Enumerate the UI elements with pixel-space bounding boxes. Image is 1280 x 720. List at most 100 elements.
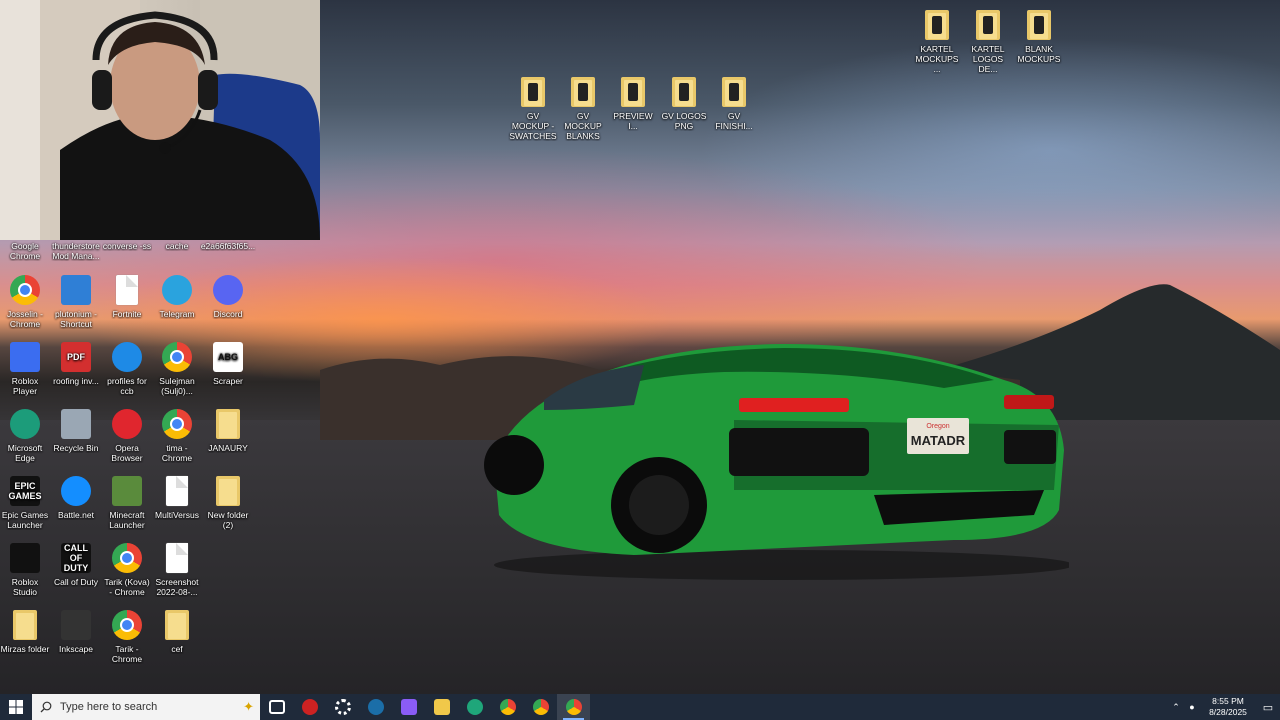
windows-icon [9,700,23,714]
desktop-icon-tima-chrome[interactable]: tima - Chrome [152,407,202,463]
wallpaper-green-car: Oregon MATADR [484,344,1069,580]
folder-icon [1027,10,1051,40]
desktop-icon-opera-browser[interactable]: Opera Browser [102,407,152,463]
desktop-icon-roblox-studio[interactable]: Roblox Studio [0,541,50,597]
desktop-icon-label: Recycle Bin [53,443,99,453]
desktop-icon-gv-logos-png[interactable]: GV LOGOS PNG [659,75,709,131]
desktop-icon-profiles-for-ccb[interactable]: profiles for ccb [102,340,152,396]
clock-date: 8/28/2025 [1209,707,1247,717]
desktop-icon-telegram[interactable]: Telegram [152,273,202,319]
desktop-icon-label: Screenshot 2022-08-... [155,577,199,597]
desktop[interactable]: Oregon MATADR KARTEL MOCKUPS ... KARTEL … [0,0,1280,694]
desktop-icon-call-of-duty[interactable]: CALL OF DUTY Call of Duty [51,541,101,587]
desktop-icon-josselin-chrome[interactable]: Josselin - Chrome [0,273,50,329]
desktop-icon-gv-mockup-swatches[interactable]: GV MOCKUP - SWATCHES [508,75,558,141]
desktop-icon-label: Microsoft Edge [7,443,43,463]
chrome-icon [162,342,192,372]
taskbar-app-copilot[interactable] [392,694,425,720]
desktop-icon-multiversus[interactable]: MultiVersus [152,474,202,520]
desktop-icon-sulejman-sulj0[interactable]: Sulejman (Sulj0)... [152,340,202,396]
desktop-icon-label: Sulejman (Sulj0)... [159,376,195,396]
taskbar-app-settings[interactable] [326,694,359,720]
desktop-icon-inkscape[interactable]: Inkscape [51,608,101,654]
desktop-icon-label: Battle.net [58,510,94,520]
desktop-icon-new-folder-2[interactable]: New folder (2) [203,474,253,530]
taskbar-app-file-explorer[interactable] [425,694,458,720]
desktop-icon-epic-games-launcher[interactable]: EPIC GAMES Epic Games Launcher [0,474,50,530]
desktop-icon-gv-mockup-blanks[interactable]: GV MOCKUP BLANKS [558,75,608,141]
desktop-icon-thunderstore[interactable]: thunderstore Mod Mana... [51,241,101,261]
desktop-icon-recycle-bin[interactable]: Recycle Bin [51,407,101,453]
desktop-icon-label: Epic Games Launcher [1,510,49,530]
desktop-icon-kartel-mockups[interactable]: KARTEL MOCKUPS ... [912,8,962,74]
webcam-person [0,0,320,240]
notification-icon[interactable]: ▭ [1256,701,1280,714]
desktop-icon-microsoft-edge[interactable]: Microsoft Edge [0,407,50,463]
desktop-icon-label: Mirzas folder [0,644,50,654]
desktop-icon-preview[interactable]: PREVIEW I... [608,75,658,131]
opera-icon [112,409,142,439]
desktop-icon-cef[interactable]: cef [152,608,202,654]
desktop-icon-label: plutonium - Shortcut [54,309,98,329]
desktop-icon-kartel-logos[interactable]: KARTEL LOGOS DE... [963,8,1013,74]
clock[interactable]: 8:55 PM 8/28/2025 [1200,696,1256,718]
folder-icon [571,77,595,107]
desktop-icon-discord[interactable]: Discord [203,273,253,319]
task-view-icon [268,700,285,714]
desktop-icon-label: GV MOCKUP - SWATCHES [509,111,557,141]
desktop-icon-minecraft-launcher[interactable]: Minecraft Launcher [102,474,152,530]
document-icon [166,476,188,506]
desktop-icon-converse[interactable]: converse -ss [102,241,152,251]
folder-icon [521,77,545,107]
folder-icon [216,409,240,439]
desktop-icon-label: Google Chrome [9,241,41,261]
desktop-icon-label: Opera Browser [111,443,143,463]
taskbar-app-task-view[interactable] [260,694,293,720]
desktop-icon-screenshot-2022-08[interactable]: Screenshot 2022-08-... [152,541,202,597]
taskbar-app-obs[interactable] [293,694,326,720]
roblox-studio-icon [10,543,40,573]
taskbar-app-chrome-active[interactable] [557,694,590,720]
chevron-up-icon[interactable]: ⌃ [1168,702,1184,713]
taskbar-app-chrome-profile[interactable] [524,694,557,720]
folder-icon [165,610,189,640]
pdf-icon: PDF [61,342,91,372]
taskbar-search-box[interactable]: Type here to search ✦ [32,694,260,720]
desktop-icon-label: PREVIEW I... [613,111,653,131]
ie-icon [112,342,142,372]
webcam-overlay [0,0,320,240]
desktop-icon-fortnite[interactable]: Fortnite [102,273,152,319]
desktop-icon-plutonium-shortcut[interactable]: plutonium - Shortcut [51,273,101,329]
desktop-icon-tarik-kova-chrome[interactable]: Tarik (Kova) - Chrome [102,541,152,597]
epic-games-icon: EPIC GAMES [9,476,42,506]
settings-icon [334,699,351,715]
desktop-icon-label: Josselin - Chrome [7,309,43,329]
desktop-icon-label: tima - Chrome [161,443,193,463]
desktop-icon-roblox-player[interactable]: Roblox Player [0,340,50,396]
system-tray: ⌃ ● 8:55 PM 8/28/2025 ▭ [1168,694,1280,720]
taskbar-app-edge[interactable] [458,694,491,720]
taskbar-app-chrome[interactable] [491,694,524,720]
desktop-icon-gv-finishing[interactable]: GV FINISHI... [709,75,759,131]
desktop-icon-google-chrome[interactable]: Google Chrome [0,241,50,261]
desktop-icon-battle-net[interactable]: Battle.net [51,474,101,520]
taskbar-app-steam[interactable] [359,694,392,720]
chrome-icon [112,610,142,640]
desktop-icon-roofing-inv[interactable]: PDF roofing inv... [51,340,101,386]
chrome-active-icon [565,699,582,715]
folder-icon [925,10,949,40]
desktop-icon-label: Fortnite [112,309,142,319]
search-highlights-icon[interactable]: ✦ [243,699,254,715]
inkscape-icon [61,610,91,640]
desktop-icon-label: KARTEL LOGOS DE... [971,44,1005,74]
desktop-icon-blank-mockups[interactable]: BLANK MOCKUPS [1014,8,1064,64]
desktop-icon-scraper[interactable]: ABG Scraper [203,340,253,386]
desktop-icon-e2a66f63f65[interactable]: e2a66f63f65... [200,241,256,251]
desktop-icon-tarik-chrome[interactable]: Tarik - Chrome [102,608,152,664]
microphone-icon[interactable]: ● [1184,702,1200,712]
desktop-icon-cache[interactable]: cache [152,241,202,251]
desktop-icon-label: profiles for ccb [107,376,147,396]
desktop-icon-janaury[interactable]: JANAURY [203,407,253,453]
desktop-icon-mirzas-folder[interactable]: Mirzas folder [0,608,50,654]
start-button[interactable] [0,694,32,720]
